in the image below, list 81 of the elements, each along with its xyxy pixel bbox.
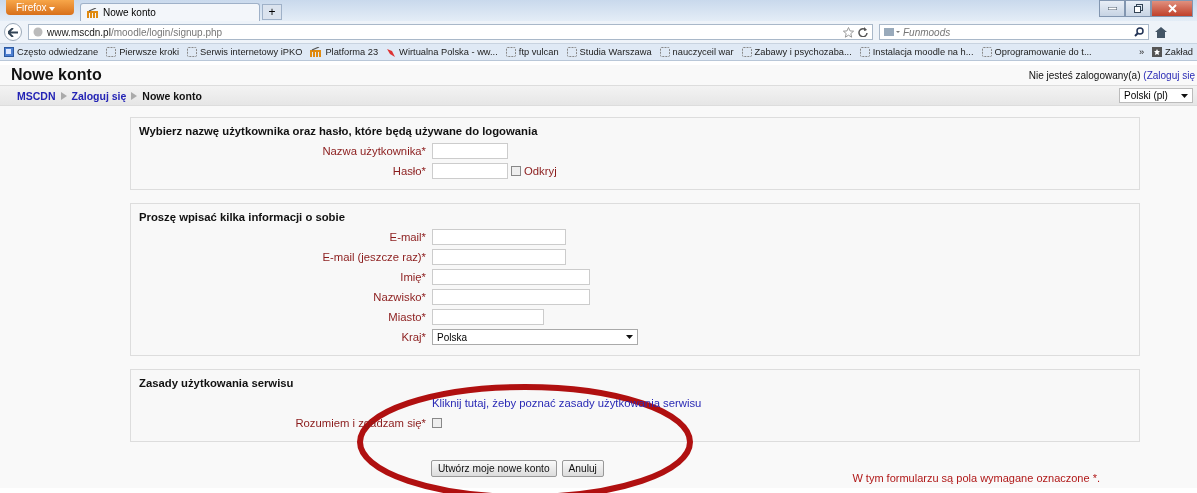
field-label: E-mail (jeszcze raz)* bbox=[321, 251, 426, 263]
field-label: Hasło* bbox=[391, 165, 426, 177]
field-label: Kraj* bbox=[400, 331, 426, 343]
bookmark-item[interactable]: Oprogramowanie do t... bbox=[981, 47, 1092, 57]
bookmark-page-icon bbox=[4, 47, 14, 57]
caret-icon bbox=[49, 7, 56, 11]
folder-outline-icon bbox=[859, 47, 870, 57]
bookmark-item[interactable]: Instalacja moodle na h... bbox=[859, 47, 974, 57]
close-icon bbox=[1167, 4, 1177, 13]
caret-icon bbox=[1181, 93, 1188, 98]
login-status: Nie jesteś zalogowany(a) (Zaloguj się bbox=[1028, 69, 1195, 81]
bookmark-item[interactable]: ftp vulcan bbox=[505, 47, 559, 57]
breadcrumb-current: Nowe konto bbox=[142, 89, 202, 102]
reload-icon[interactable] bbox=[858, 27, 868, 37]
input-field[interactable] bbox=[432, 249, 566, 265]
home-icon[interactable] bbox=[1155, 26, 1167, 38]
field-label: E-mail* bbox=[388, 231, 426, 243]
field-label: Nazwa użytkownika* bbox=[321, 145, 426, 157]
minimize-icon bbox=[1107, 7, 1117, 10]
checkbox[interactable] bbox=[432, 418, 442, 428]
input-field[interactable] bbox=[432, 229, 566, 245]
field-label: Miasto* bbox=[387, 311, 426, 323]
bookmark-item[interactable]: Zabawy i psychozaba... bbox=[741, 47, 852, 57]
new-tab-button[interactable]: + bbox=[262, 4, 282, 20]
checkbox[interactable] bbox=[511, 166, 521, 176]
address-bar[interactable]: www.mscdn.pl/moodle/login/signup.php bbox=[28, 24, 873, 40]
back-button[interactable] bbox=[4, 23, 22, 41]
bookmark-item[interactable]: nauczyceil war bbox=[659, 47, 734, 57]
search-input[interactable]: Funmoods bbox=[903, 26, 1131, 38]
back-arrow-icon bbox=[8, 27, 18, 37]
moodle-logo-icon bbox=[310, 47, 323, 57]
folder-outline-icon bbox=[187, 47, 198, 57]
field-label: Nazwisko* bbox=[372, 291, 426, 303]
caret-icon bbox=[626, 335, 633, 339]
restore-button[interactable] bbox=[1125, 0, 1151, 17]
input-field[interactable] bbox=[432, 289, 590, 305]
country-dropdown[interactable]: Polska bbox=[432, 329, 638, 345]
input-field[interactable] bbox=[432, 309, 544, 325]
section-heading: Zasady użytkowania serwisu bbox=[139, 377, 294, 389]
folder-outline-icon bbox=[505, 47, 516, 57]
bookmark-item[interactable]: Pierwsze kroki bbox=[106, 47, 180, 57]
close-button[interactable] bbox=[1151, 0, 1193, 17]
bookmark-item[interactable]: Często odwiedzane bbox=[4, 47, 99, 57]
restore-icon bbox=[1133, 4, 1143, 13]
folder-outline-icon bbox=[106, 47, 117, 57]
input-field[interactable] bbox=[432, 143, 508, 159]
section-heading: Wybierz nazwę użytkownika oraz hasło, które będą używane do logowania bbox=[139, 125, 538, 137]
folder-outline-icon bbox=[981, 47, 992, 57]
folder-outline-icon bbox=[659, 47, 670, 57]
globe-icon bbox=[33, 27, 43, 37]
login-link[interactable]: (Zaloguj się bbox=[1143, 69, 1195, 81]
bookmark-item[interactable]: Platforma 23 bbox=[310, 47, 379, 57]
breadcrumb-link[interactable]: MSCDN bbox=[17, 89, 56, 102]
star-icon[interactable] bbox=[843, 26, 854, 38]
breadcrumb-arrow-icon bbox=[131, 91, 138, 100]
bookmark-item[interactable]: Serwis internetowy iPKO bbox=[187, 47, 303, 57]
folder-outline-icon bbox=[566, 47, 577, 57]
create-account-button[interactable]: Utwórz moje nowe konto bbox=[431, 460, 557, 477]
star-box-icon bbox=[1152, 47, 1163, 57]
language-dropdown[interactable]: Polski (pl) bbox=[1119, 88, 1193, 103]
page-title: Nowe konto bbox=[11, 66, 102, 84]
cancel-button[interactable]: Anuluj bbox=[561, 460, 604, 477]
input-field[interactable] bbox=[432, 269, 590, 285]
moodle-logo-icon bbox=[87, 7, 99, 18]
checkbox-label: Odkryj bbox=[524, 165, 557, 177]
site-logo-icon bbox=[386, 47, 397, 57]
bookmarks-menu-button[interactable]: Zakład bbox=[1152, 47, 1193, 57]
password-field[interactable] bbox=[432, 163, 508, 179]
bookmark-item[interactable]: Studia Warszawa bbox=[566, 47, 652, 57]
required-note: W tym formularzu są pola wymagane oznaczone *. bbox=[852, 472, 1100, 484]
browser-tab[interactable]: Nowe konto bbox=[80, 3, 260, 21]
folder-outline-icon bbox=[741, 47, 752, 57]
search-bar[interactable]: Funmoods bbox=[879, 24, 1149, 40]
breadcrumb-link[interactable]: Zaloguj się bbox=[71, 89, 127, 102]
more-bookmarks-button[interactable]: » bbox=[1138, 47, 1145, 57]
bookmark-item[interactable]: Wirtualna Polska - ww... bbox=[386, 47, 498, 57]
search-engine-icon[interactable] bbox=[884, 27, 900, 37]
breadcrumb-arrow-icon bbox=[60, 91, 67, 100]
field-label: Imię* bbox=[399, 271, 426, 283]
search-icon[interactable] bbox=[1134, 27, 1144, 37]
section-heading: Proszę wpisać kilka informacji o sobie bbox=[139, 211, 345, 223]
